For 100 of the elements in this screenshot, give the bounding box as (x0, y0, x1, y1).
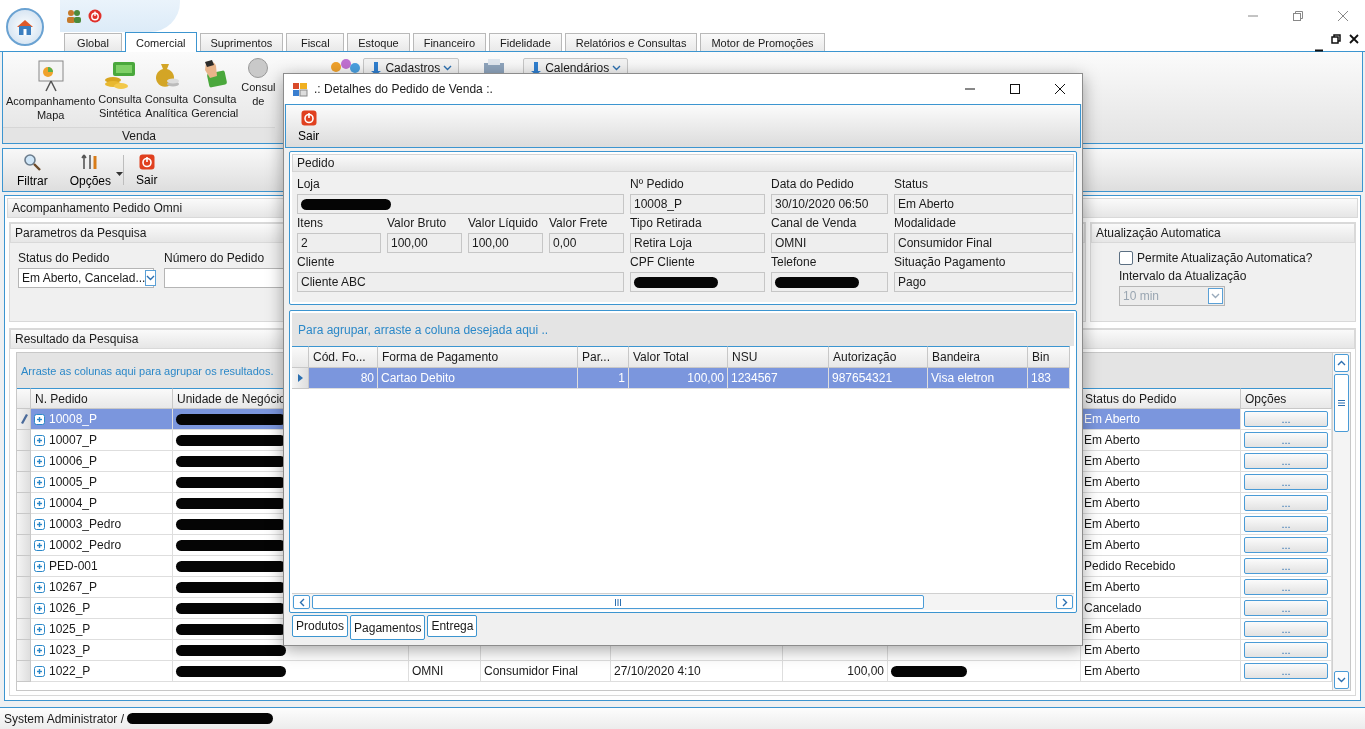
table-cell: 10006_P (49, 454, 98, 468)
table-cell: Em Aberto (1081, 577, 1241, 598)
column-header[interactable]: Cód. Fo... (309, 346, 378, 368)
ribbon-tab[interactable]: Fidelidade (489, 33, 562, 51)
ribbon-tab[interactable]: Financeiro (412, 33, 486, 51)
table-cell: 10002_Pedro (49, 538, 122, 552)
ribbon-button[interactable]: Consulta Gerencial (190, 58, 240, 120)
table-cell: 10008_P (49, 412, 98, 426)
field-label: Número do Pedido (164, 251, 265, 265)
column-header[interactable]: Bandeira (928, 346, 1028, 368)
ribbon-tab[interactable]: Global (64, 33, 122, 51)
column-header[interactable]: Status do Pedido (1081, 388, 1241, 409)
field-label: Telefone (771, 255, 817, 269)
group-hint: Para agrupar, arraste a coluna desejada aqui .. (292, 313, 1074, 346)
field-label: Nº Pedido (630, 177, 684, 191)
readonly-field: Cliente ABC (297, 272, 624, 292)
ribbon-tab[interactable]: Motor de Promoções (700, 33, 825, 51)
ribbon-button[interactable]: Consulta Sintética (97, 58, 143, 120)
table-cell: 1023_P (49, 643, 91, 657)
table-cell: 1026_P (49, 601, 91, 615)
ribbon-button[interactable]: Consulta Analítica (143, 58, 190, 120)
table-cell: 27/10/2020 4:10 (611, 661, 783, 682)
toolbar-button[interactable]: Opções (61, 149, 120, 191)
table-cell: 10007_P (49, 433, 98, 447)
table-cell: Consumidor Final (481, 661, 611, 682)
table-cell: 987654321 (829, 368, 928, 389)
tab[interactable]: Entrega (427, 615, 478, 637)
options-button[interactable]: ... (1244, 621, 1328, 637)
table-cell: Em Aberto (1081, 640, 1241, 661)
table-cell: Em Aberto (1081, 493, 1241, 514)
column-header[interactable]: Par... (578, 346, 629, 368)
readonly-field: Em Aberto (894, 194, 1073, 214)
table-cell: 100,00 (783, 661, 888, 682)
options-button[interactable]: ... (1244, 558, 1328, 574)
table-cell: Em Aberto (1081, 430, 1241, 451)
table-cell: Visa eletron (928, 368, 1028, 389)
options-button[interactable]: ... (1244, 432, 1328, 448)
readonly-field: 100,00 (468, 233, 543, 253)
table-cell: 1022_P (49, 664, 91, 678)
table-cell: Em Aberto (1081, 409, 1241, 430)
options-button[interactable]: ... (1244, 495, 1328, 511)
readonly-field: 0,00 (549, 233, 624, 253)
options-button[interactable]: ... (1244, 474, 1328, 490)
options-button[interactable]: ... (1244, 600, 1328, 616)
readonly-field: 2 (297, 233, 381, 253)
status-text: System Administrator / (4, 711, 125, 726)
table-cell: 100,00 (629, 368, 728, 389)
options-button[interactable]: ... (1244, 663, 1328, 679)
column-header[interactable]: Bin (1028, 346, 1070, 368)
ribbon-button[interactable]: Acompanhamento Mapa (5, 58, 97, 122)
ribbon-button[interactable]: Consul de (240, 58, 277, 108)
field-label: Status (894, 177, 929, 191)
options-button[interactable]: ... (1244, 411, 1328, 427)
toolbar-button[interactable]: Filtrar (9, 149, 56, 191)
readonly-field: 100,00 (387, 233, 462, 253)
column-header[interactable]: Valor Total (629, 346, 728, 368)
column-header[interactable]: Forma de Pagamento (378, 346, 578, 368)
table-cell: Cartao Debito (378, 368, 578, 389)
readonly-field: Pago (894, 272, 1073, 292)
readonly-field: OMNI (771, 233, 888, 253)
table-cell: Em Aberto (1081, 619, 1241, 640)
field-label: Situação Pagamento (894, 255, 1006, 269)
table-cell: 10003_Pedro (49, 517, 122, 531)
ribbon-tab[interactable]: Relatórios e Consultas (564, 33, 698, 51)
ribbon-tab[interactable]: Suprimentos (199, 33, 284, 51)
table-cell: Pedido Recebido (1081, 556, 1241, 577)
options-button[interactable]: ... (1244, 537, 1328, 553)
table-cell: Em Aberto (1081, 451, 1241, 472)
options-button[interactable]: ... (1244, 642, 1328, 658)
status-dropdown[interactable]: Em Aberto, Cancelad... (18, 268, 154, 288)
tab[interactable]: Produtos (292, 615, 349, 637)
table-cell: 1025_P (49, 622, 91, 636)
ribbon-tab[interactable]: Comercial (125, 32, 197, 52)
column-header[interactable]: Autorização (829, 346, 928, 368)
column-header[interactable]: NSU (728, 346, 829, 368)
field-label: Intervalo da Atualização (1119, 269, 1247, 283)
field-label: Cliente (297, 255, 335, 269)
table-cell: 80 (309, 368, 378, 389)
ribbon-tab[interactable]: Fiscal (286, 33, 345, 51)
table-cell: Em Aberto (1081, 472, 1241, 493)
column-header[interactable]: Opções (1241, 388, 1332, 409)
options-button[interactable]: ... (1244, 453, 1328, 469)
field-label: Loja (297, 177, 320, 191)
table-cell: Em Aberto (1081, 514, 1241, 535)
field-label: Data do Pedido (771, 177, 854, 191)
options-button[interactable]: ... (1244, 579, 1328, 595)
table-cell: 1 (578, 368, 629, 389)
group-title: Atualização Automatica (1091, 223, 1355, 243)
column-header[interactable]: N. Pedido (31, 388, 173, 409)
ribbon-group-label: Venda (3, 127, 275, 143)
toolbar-button[interactable]: Sair (290, 105, 328, 147)
table-cell: 183 (1028, 368, 1070, 389)
toolbar-button[interactable]: Sair (128, 149, 166, 191)
table-cell: PED-001 (49, 559, 98, 573)
readonly-field: Retira Loja (630, 233, 765, 253)
table-cell: Em Aberto (1081, 661, 1241, 682)
tab[interactable]: Pagamentos (350, 615, 426, 640)
checkbox-label: Permite Atualização Automatica? (1137, 251, 1313, 265)
ribbon-tab[interactable]: Estoque (347, 33, 410, 51)
options-button[interactable]: ... (1244, 516, 1328, 532)
